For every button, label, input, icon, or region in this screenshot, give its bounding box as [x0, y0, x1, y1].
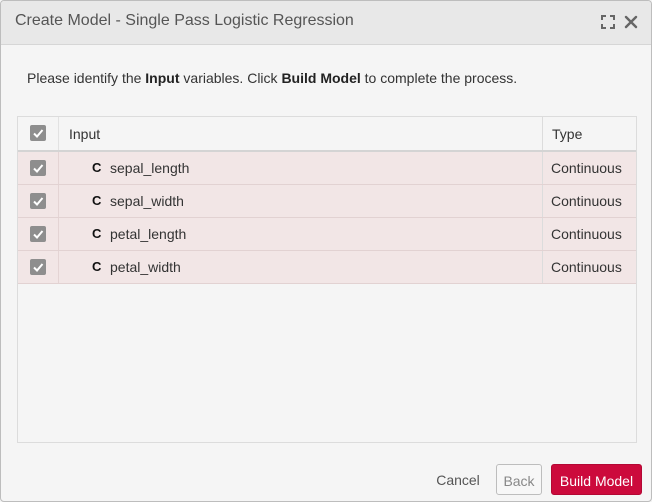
column-header-type[interactable]: Type	[552, 126, 582, 142]
column-divider	[542, 251, 543, 283]
continuous-badge: C	[92, 160, 102, 175]
row-checkbox[interactable]	[30, 193, 46, 209]
checkmark-icon	[33, 230, 44, 239]
header-check-cell	[18, 117, 59, 150]
column-divider	[542, 218, 543, 250]
instructions-bold-build: Build Model	[281, 70, 361, 86]
row-check-cell	[18, 218, 59, 250]
column-header-input[interactable]: Input	[69, 126, 100, 142]
column-divider	[542, 117, 543, 150]
row-check-cell	[18, 251, 59, 283]
continuous-badge: C	[92, 259, 102, 274]
instructions-part1: Please identify the	[27, 70, 146, 86]
table-row[interactable]: C petal_length Continuous	[18, 218, 636, 251]
variable-name: sepal_length	[110, 160, 190, 176]
instructions-part2: variables. Click	[179, 70, 282, 86]
grid-header: Input Type	[18, 117, 636, 152]
back-button[interactable]: Back	[496, 464, 542, 495]
instructions-part3: to complete the process.	[360, 70, 518, 86]
variable-type: Continuous	[551, 193, 622, 209]
row-check-cell	[18, 152, 59, 184]
row-checkbox[interactable]	[30, 259, 46, 275]
variable-name: sepal_width	[110, 193, 184, 209]
variable-type: Continuous	[551, 259, 622, 275]
build-model-button[interactable]: Build Model	[551, 464, 642, 495]
variable-name: petal_width	[110, 259, 181, 275]
continuous-badge: C	[92, 226, 102, 241]
table-row[interactable]: C sepal_width Continuous	[18, 185, 636, 218]
instructions-bold-input: Input	[145, 70, 180, 86]
row-checkbox[interactable]	[30, 226, 46, 242]
expand-icon[interactable]	[600, 14, 616, 30]
table-row[interactable]: C sepal_length Continuous	[18, 152, 636, 185]
select-all-checkbox[interactable]	[30, 125, 46, 141]
checkmark-icon	[33, 263, 44, 272]
row-check-cell	[18, 185, 59, 217]
dialog-titlebar: Create Model - Single Pass Logistic Regr…	[1, 1, 651, 45]
close-icon[interactable]	[623, 14, 639, 30]
checkmark-icon	[33, 129, 44, 138]
variable-type: Continuous	[551, 160, 622, 176]
checkmark-icon	[33, 164, 44, 173]
checkmark-icon	[33, 197, 44, 206]
dialog-title: Create Model - Single Pass Logistic Regr…	[15, 12, 354, 29]
instructions-text: Please identify the Input variables. Cli…	[27, 70, 517, 86]
table-row[interactable]: C petal_width Continuous	[18, 251, 636, 284]
continuous-badge: C	[92, 193, 102, 208]
row-checkbox[interactable]	[30, 160, 46, 176]
variables-grid: Input Type C sepal_length Continuous C s…	[17, 116, 637, 443]
cancel-button[interactable]: Cancel	[429, 464, 487, 495]
variable-name: petal_length	[110, 226, 187, 242]
column-divider	[542, 152, 543, 184]
variable-type: Continuous	[551, 226, 622, 242]
column-divider	[542, 185, 543, 217]
create-model-dialog: Create Model - Single Pass Logistic Regr…	[0, 0, 652, 502]
